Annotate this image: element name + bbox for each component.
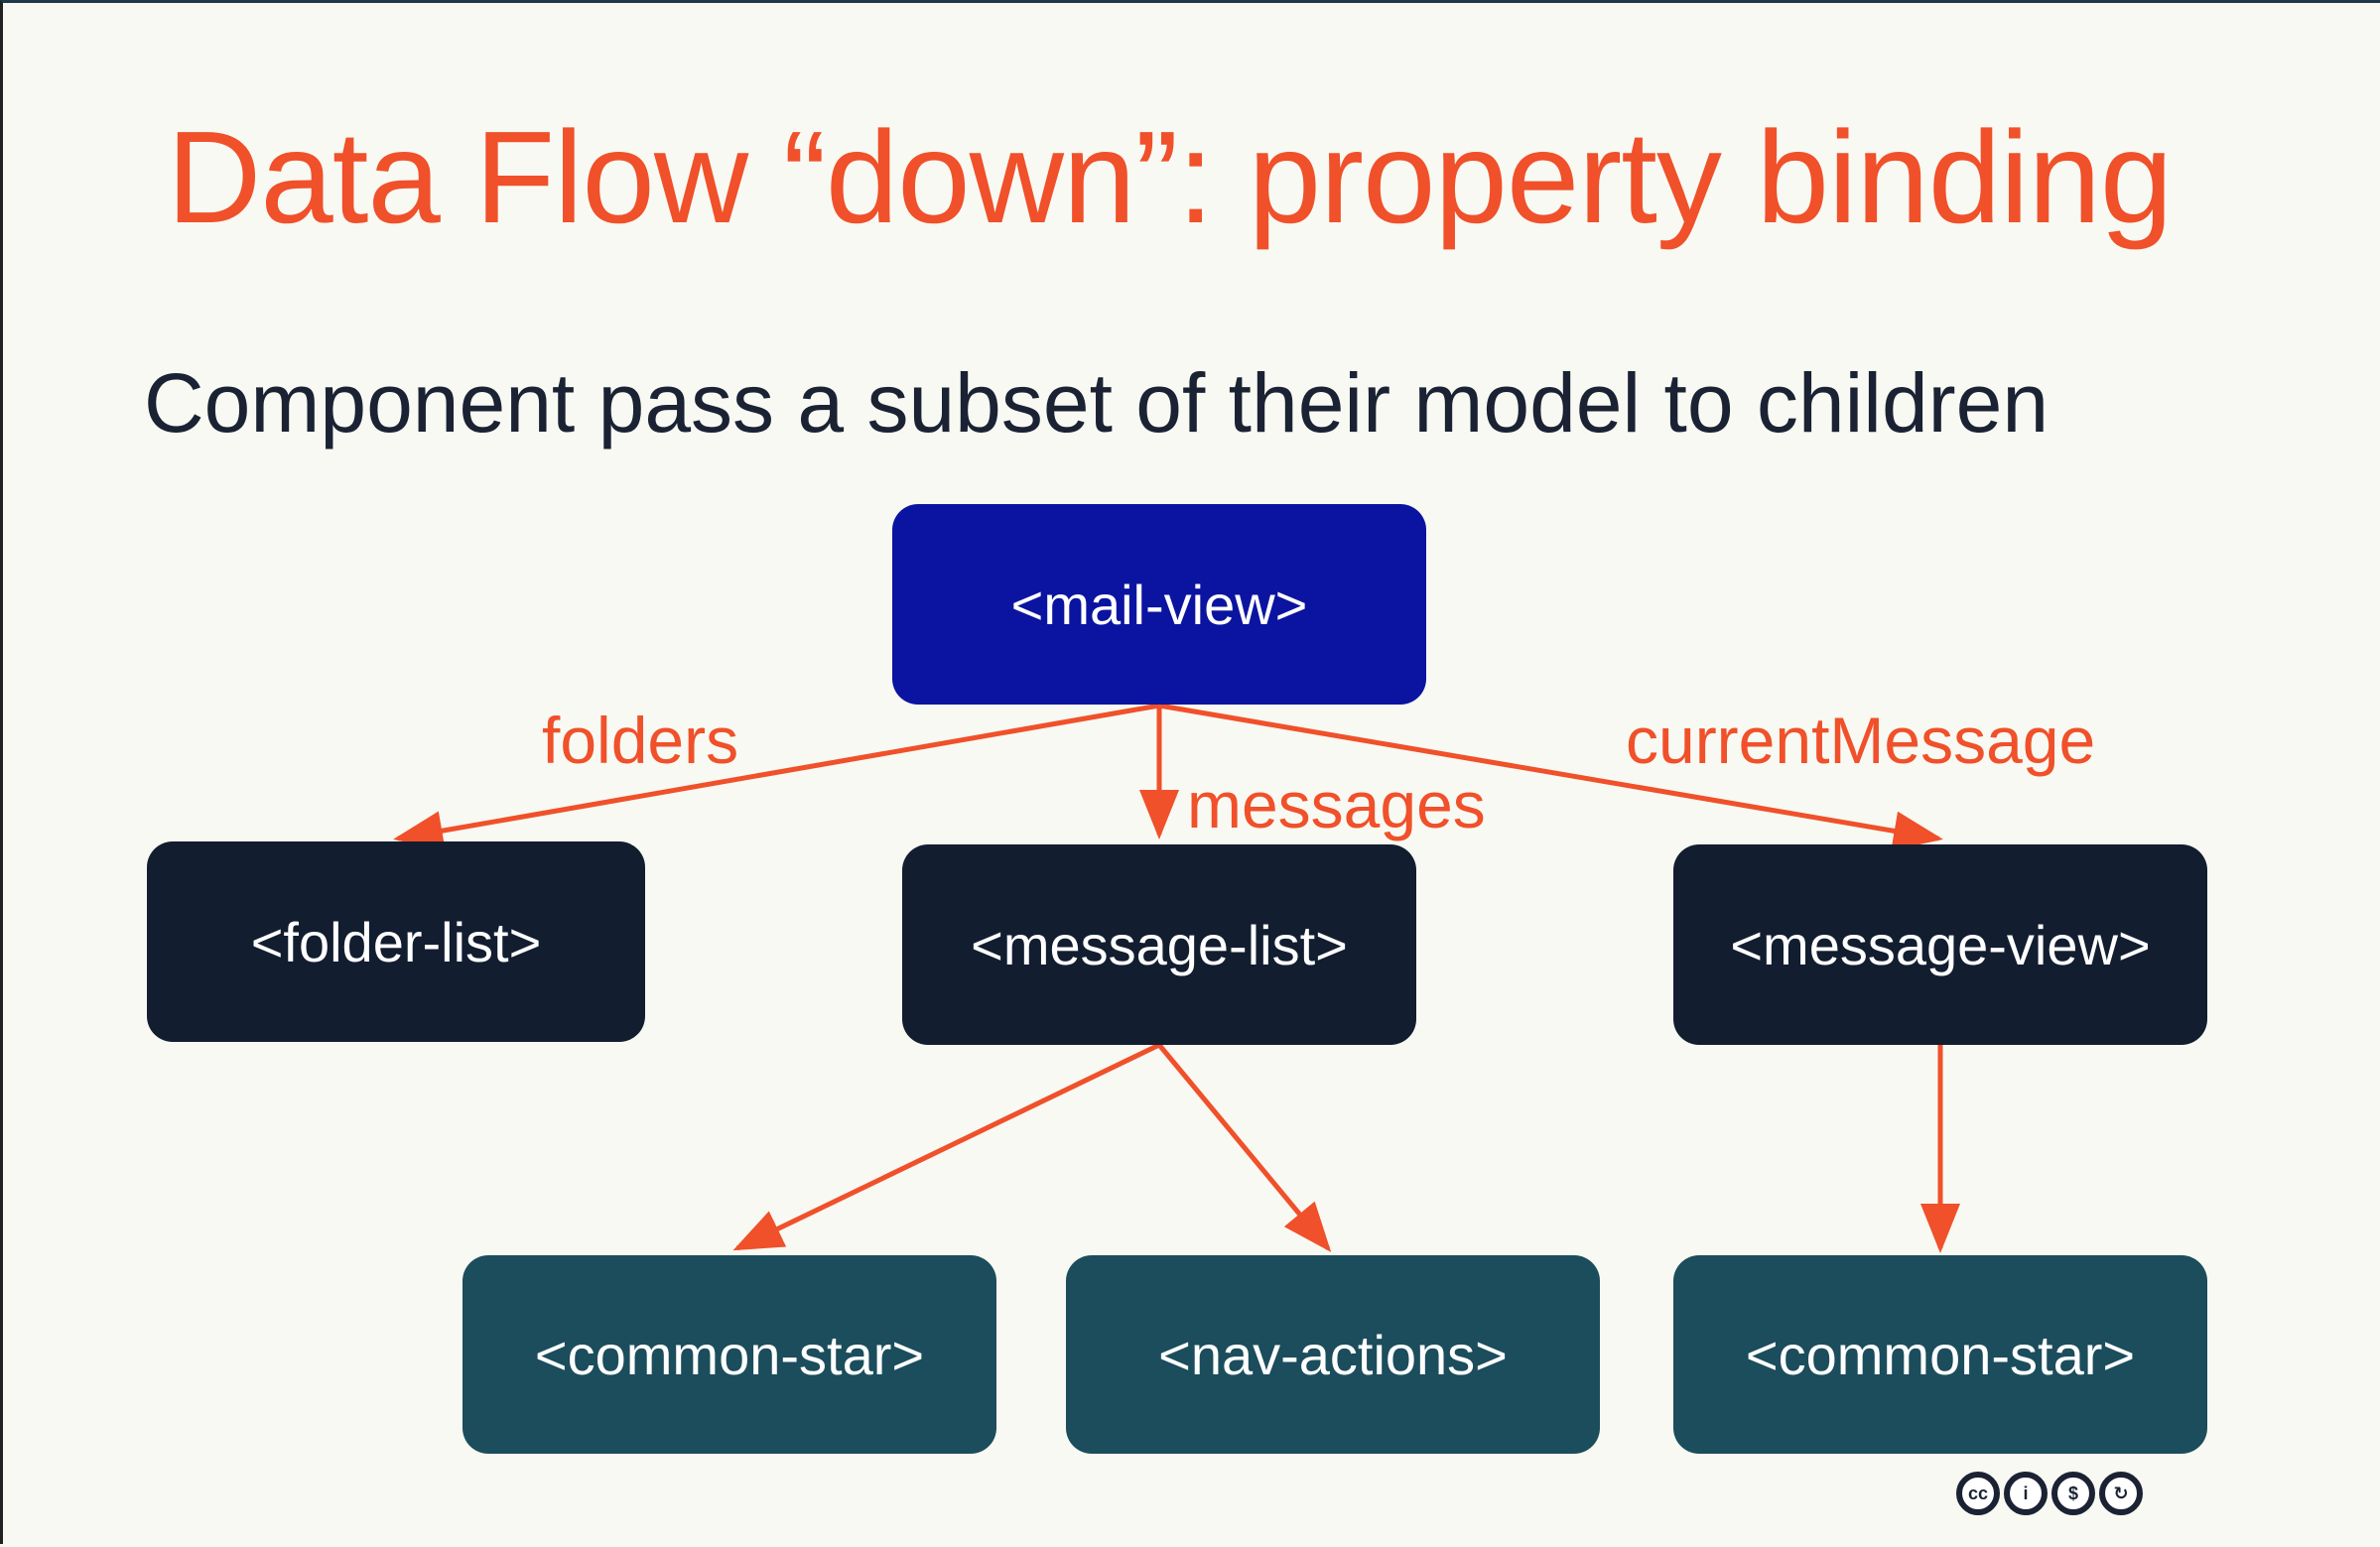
node-message-view: <message-view> (1673, 844, 2207, 1045)
node-common-star-1: <common-star> (463, 1255, 996, 1454)
edge-list-to-nav-actions (1157, 1043, 1332, 1252)
edge-label-current-message: currentMessage (1626, 704, 2096, 777)
node-message-list: <message-list> (902, 844, 1416, 1045)
node-common-star-2: <common-star> (1673, 1255, 2207, 1454)
edge-label-messages: messages (1187, 768, 1486, 841)
edge-list-to-common-star (732, 1042, 1161, 1251)
edge-label-folders: folders (542, 704, 739, 777)
edge-mail-to-folder (393, 703, 1160, 850)
node-mail-view: <mail-view> (892, 504, 1426, 705)
cc-license-badge: cc i $ ↻ (1956, 1472, 2143, 1515)
share-alike-icon: ↻ (2099, 1472, 2143, 1515)
noncommercial-icon: $ (2051, 1472, 2095, 1515)
attribution-icon: i (2004, 1472, 2048, 1515)
cc-icon: cc (1956, 1472, 2000, 1515)
node-folder-list: <folder-list> (147, 841, 645, 1042)
slide: Data Flow “down”: property binding Compo… (0, 0, 2380, 1544)
node-nav-actions: <nav-actions> (1066, 1255, 1600, 1454)
